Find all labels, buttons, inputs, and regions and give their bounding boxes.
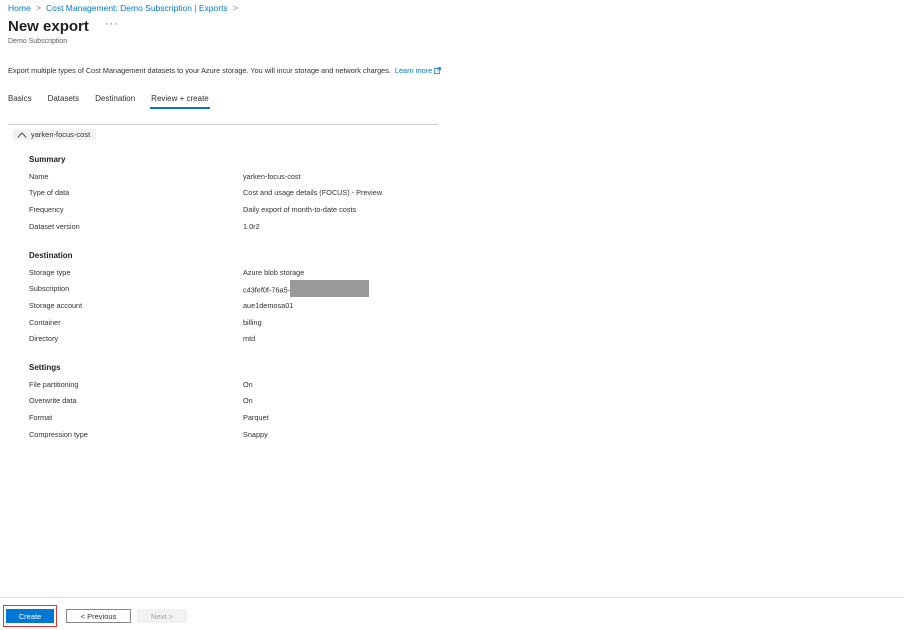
destination-directory-value: mtd <box>243 334 256 343</box>
settings-file-partitioning-value: On <box>243 380 253 389</box>
learn-more-link[interactable]: Learn more <box>395 66 432 75</box>
page-subtitle: Demo Subscription <box>8 38 68 45</box>
page-header: New export ··· <box>8 17 119 37</box>
summary-dataset-version-value: 1.0r2 <box>243 222 260 231</box>
destination-subscription-value: c43fef0f-76a5- <box>243 285 291 295</box>
settings-format-value: Parquet <box>243 413 269 422</box>
chevron-up-icon <box>17 131 27 138</box>
tab-divider <box>8 124 438 125</box>
destination-heading: Destination <box>29 251 73 260</box>
destination-storage-account-value: aue1demosa01 <box>243 301 294 310</box>
destination-storage-type-value: Azure blob storage <box>243 268 305 277</box>
tab-destination[interactable]: Destination <box>95 93 135 109</box>
breadcrumb-exports-link[interactable]: Cost Management: Demo Subscription | Exp… <box>46 3 228 13</box>
settings-compression-type-label: Compression type <box>29 430 88 439</box>
page-description: Export multiple types of Cost Management… <box>8 66 442 75</box>
summary-name-label: Name <box>29 172 49 181</box>
destination-storage-account-label: Storage account <box>29 301 83 310</box>
summary-frequency-value: Daily export of month-to-date costs <box>243 205 357 214</box>
destination-container-value: billing <box>243 318 262 327</box>
summary-name-value: yarken-focus-cost <box>243 172 301 181</box>
wizard-tabs: Basics Datasets Destination Review + cre… <box>8 93 225 109</box>
breadcrumb-chevron-icon: > <box>232 3 238 13</box>
next-button[interactable]: Next > <box>137 609 187 623</box>
more-options-icon[interactable]: ··· <box>105 18 119 30</box>
tab-review-create[interactable]: Review + create <box>150 93 210 109</box>
create-button[interactable]: Create <box>6 609 54 623</box>
summary-type-label: Type of data <box>29 188 70 197</box>
destination-subscription-row: c43fef0f-76a5- <box>243 280 370 297</box>
tab-basics[interactable]: Basics <box>8 93 32 109</box>
settings-overwrite-data-value: On <box>243 396 253 405</box>
redacted-block <box>290 280 370 297</box>
settings-file-partitioning-label: File partitioning <box>29 380 79 389</box>
breadcrumb-home-link[interactable]: Home <box>8 3 31 13</box>
summary-type-value: Cost and usage details (FOCUS) - Preview <box>243 188 383 197</box>
settings-heading: Settings <box>29 363 61 372</box>
destination-container-label: Container <box>29 318 61 327</box>
footer-divider <box>0 597 904 598</box>
previous-button[interactable]: < Previous <box>66 609 131 623</box>
breadcrumb: Home > Cost Management: Demo Subscriptio… <box>8 2 243 14</box>
summary-heading: Summary <box>29 155 66 164</box>
summary-dataset-version-label: Dataset version <box>29 222 80 231</box>
external-link-icon[interactable] <box>434 67 442 74</box>
settings-compression-type-value: Snappy <box>243 430 268 439</box>
destination-subscription-label: Subscription <box>29 284 70 293</box>
export-section-name: yarken-focus-cost <box>31 130 91 139</box>
breadcrumb-chevron-icon: > <box>35 3 41 13</box>
export-section-toggle[interactable]: yarken-focus-cost <box>13 129 97 140</box>
summary-frequency-label: Frequency <box>29 205 64 214</box>
description-text: Export multiple types of Cost Management… <box>8 66 391 75</box>
destination-storage-type-label: Storage type <box>29 268 71 277</box>
settings-overwrite-data-label: Overwrite data <box>29 396 77 405</box>
page-title: New export <box>8 18 89 35</box>
tab-datasets[interactable]: Datasets <box>48 93 80 109</box>
settings-format-label: Format <box>29 413 53 422</box>
destination-directory-label: Directory <box>29 334 59 343</box>
